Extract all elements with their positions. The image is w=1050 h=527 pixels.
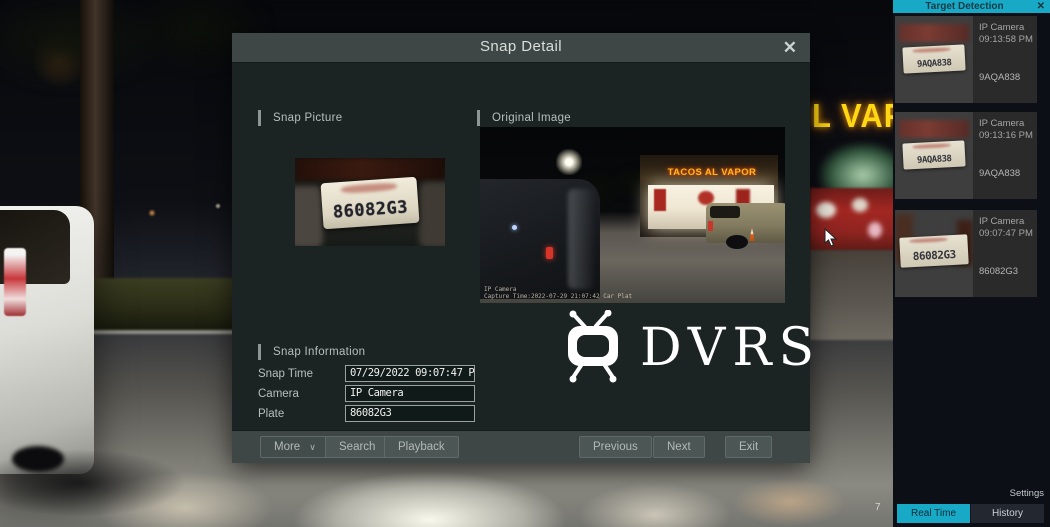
detection-camera-and-time: IP Camera 09:13:58 PM xyxy=(979,22,1033,46)
osd-overlay-text: IP Camera Capture Time:2022-07-29 21:07:… xyxy=(484,286,632,300)
previous-button[interactable]: Previous xyxy=(579,436,652,458)
snap-picture-image: 86082G3 xyxy=(295,158,445,246)
license-plate-image: 9AQA838 xyxy=(902,140,965,169)
truck-reflection-light xyxy=(512,225,517,230)
original-image-section-label: Original Image xyxy=(477,110,571,126)
more-button[interactable]: More ∨ xyxy=(260,436,330,458)
close-icon[interactable]: ✕ xyxy=(1037,0,1045,13)
detection-camera-and-time: IP Camera 09:13:16 PM xyxy=(979,118,1033,142)
taco-stand-sign-text: TACOS AL VAPOR xyxy=(646,167,778,178)
tv-logo-icon xyxy=(562,310,624,386)
dvr-app-window: L VAPOR 7 Snap Detail ✕ Snap Picture Ori… xyxy=(0,0,1050,527)
plate-field[interactable]: 86082G3 xyxy=(345,405,475,422)
image-blur-region xyxy=(295,186,323,246)
truck-bed-highlight xyxy=(568,189,594,289)
plate-label: Plate xyxy=(258,408,345,420)
snap-information-section-label: Snap Information xyxy=(258,344,365,360)
tab-history[interactable]: History xyxy=(971,504,1044,523)
plate-state-script xyxy=(912,47,950,53)
mouse-cursor xyxy=(824,228,838,253)
menu-board xyxy=(654,189,666,211)
detection-plate-number: 9AQA838 xyxy=(979,168,1020,179)
tan-pickup-truck xyxy=(706,203,785,243)
plate-thumbnail: 9AQA838 xyxy=(895,112,973,199)
snap-time-label: Snap Time xyxy=(258,368,345,380)
snap-time-row: Snap Time 07/29/2022 09:07:47 PM xyxy=(258,365,475,382)
dialog-title: Snap Detail xyxy=(232,38,810,55)
license-plate-image: 86082G3 xyxy=(899,234,968,268)
section-accent-bar xyxy=(477,110,480,126)
exit-button[interactable]: Exit xyxy=(725,436,772,458)
dark-pickup-truck xyxy=(480,179,600,299)
snap-time-field[interactable]: 07/29/2022 09:07:47 PM xyxy=(345,365,475,382)
storefront-poster xyxy=(816,202,836,218)
snap-detail-dialog: Snap Detail ✕ Snap Picture Original Imag… xyxy=(232,33,810,463)
parked-white-suv xyxy=(0,206,94,474)
plate-row: Plate 86082G3 xyxy=(258,405,475,422)
settings-link[interactable]: Settings xyxy=(1010,488,1044,499)
plate-thumbnail: 9AQA838 xyxy=(895,16,973,103)
chevron-down-icon: ∨ xyxy=(309,437,316,457)
snap-picture-section-label: Snap Picture xyxy=(258,110,342,126)
image-blur-region xyxy=(295,158,445,180)
camera-row: Camera IP Camera xyxy=(258,385,475,402)
tree-silhouette xyxy=(0,0,270,120)
plate-thumbnail: 86082G3 xyxy=(895,210,973,297)
detection-list-item[interactable]: 9AQA838 IP Camera 09:13:58 PM 9AQA838 xyxy=(895,16,1037,103)
truck-tail-light xyxy=(708,221,713,231)
close-icon[interactable]: ✕ xyxy=(783,37,797,59)
image-blur-region xyxy=(899,120,969,138)
plate-state-script xyxy=(912,143,950,149)
section-accent-bar xyxy=(258,110,261,126)
dialog-footer: More ∨ Search Playback Previous Next Exi… xyxy=(232,430,810,463)
dvrs-watermark: DVRS xyxy=(562,310,821,386)
detection-list-item[interactable]: 9AQA838 IP Camera 09:13:16 PM 9AQA838 xyxy=(895,112,1037,199)
next-button[interactable]: Next xyxy=(653,436,705,458)
plate-state-script xyxy=(341,182,397,194)
detection-plate-number: 9AQA838 xyxy=(979,72,1020,83)
dvrs-logo-text: DVRS xyxy=(640,311,821,385)
section-accent-bar xyxy=(258,344,261,360)
target-detection-panel: Target Detection ✕ 9AQA838 IP Camera 09:… xyxy=(893,0,1050,527)
red-storefront xyxy=(810,188,893,252)
dialog-header[interactable]: Snap Detail ✕ xyxy=(232,33,810,63)
license-plate-image: 86082G3 xyxy=(321,177,420,230)
suv-tail-light xyxy=(4,248,26,316)
target-detection-title: Target Detection xyxy=(893,0,1036,13)
plate-state-script xyxy=(909,237,947,243)
truck-wheel xyxy=(726,235,748,249)
detection-camera-and-time: IP Camera 09:07:47 PM xyxy=(979,216,1033,240)
image-blur-region xyxy=(899,24,969,42)
vapor-sign-text: L VAPOR xyxy=(812,97,893,136)
truck-window xyxy=(710,206,740,218)
plate-number-text: 86082G3 xyxy=(332,197,409,228)
storefront-poster xyxy=(852,198,868,212)
search-button[interactable]: Search xyxy=(325,436,389,458)
storefront-base xyxy=(810,250,893,340)
road-shadow xyxy=(0,438,230,527)
truck-brake-light xyxy=(546,247,553,259)
detection-list-item[interactable]: 86082G3 IP Camera 09:07:47 PM 86082G3 xyxy=(895,210,1037,297)
image-blur-region xyxy=(419,182,445,246)
camera-field[interactable]: IP Camera xyxy=(345,385,475,402)
target-detection-header[interactable]: Target Detection ✕ xyxy=(893,0,1050,13)
license-plate-image: 9AQA838 xyxy=(902,44,965,73)
original-image: TACOS AL VAPOR IP Camera Capture Time:20… xyxy=(480,127,785,303)
tab-real-time[interactable]: Real Time xyxy=(897,504,970,523)
storefront-poster xyxy=(868,222,882,238)
detection-plate-number: 86082G3 xyxy=(979,266,1018,277)
page-indicator: 7 xyxy=(875,502,881,513)
playback-button[interactable]: Playback xyxy=(384,436,459,458)
camera-label: Camera xyxy=(258,388,345,400)
